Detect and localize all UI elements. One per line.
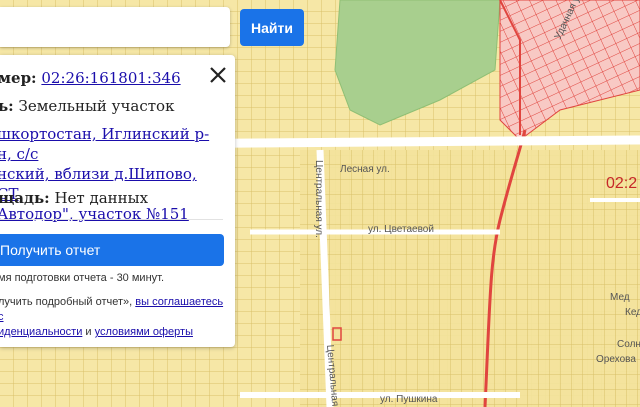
parcel-info-panel: мер: 02:26:161801:346 ь: Земельный участ… xyxy=(0,55,235,347)
cadastral-number-row: мер: 02:26:161801:346 xyxy=(0,69,181,87)
agreement-text: лучить подробный отчет», вы соглашаетесь… xyxy=(0,295,230,340)
area-value: Нет данных xyxy=(54,189,149,207)
and-text: и xyxy=(85,326,92,338)
divider xyxy=(0,219,223,220)
street-label: Мед xyxy=(610,292,630,303)
street-label: Орехова xyxy=(596,354,636,365)
cadastral-number-label: мер: xyxy=(0,69,37,87)
report-time-note: мя подготовки отчета - 30 минут. xyxy=(0,272,165,284)
offer-terms-link[interactable]: условиями оферты xyxy=(95,326,193,338)
get-report-button[interactable]: Получить отчет xyxy=(0,234,224,266)
street-label: ул. Пушкина xyxy=(380,394,438,405)
close-icon[interactable] xyxy=(206,63,230,87)
area-label: щадь: xyxy=(0,189,50,207)
street-label: Лесная ул. xyxy=(340,164,390,175)
address-link[interactable]: шкортостан, Иглинский р-н, с/с нский, вб… xyxy=(0,124,212,224)
street-label: Солн xyxy=(617,339,640,350)
search-bar xyxy=(0,7,236,47)
street-label: Кед xyxy=(625,307,640,318)
street-label: ул. Цветаевой xyxy=(368,224,434,235)
address-line: шкортостан, Иглинский р-н, с/с xyxy=(0,125,210,163)
street-label: Центральная ул. xyxy=(313,160,324,238)
privacy-policy-link[interactable]: иденциальности xyxy=(0,326,82,338)
object-type-row: ь: Земельный участок xyxy=(0,97,174,115)
agreement-prefix: лучить подробный отчет», xyxy=(0,296,133,308)
object-type-value: Земельный участок xyxy=(18,97,175,115)
address-line: Автодор", участок №151 xyxy=(0,205,189,223)
search-input[interactable] xyxy=(0,7,236,45)
cadastral-area-code: 02:2 xyxy=(606,175,637,192)
find-button[interactable]: Найти xyxy=(240,9,304,46)
cadastral-number-link[interactable]: 02:26:161801:346 xyxy=(41,69,180,87)
area-row: щадь: Нет данных xyxy=(0,189,148,207)
object-type-label: ь: xyxy=(0,97,14,115)
